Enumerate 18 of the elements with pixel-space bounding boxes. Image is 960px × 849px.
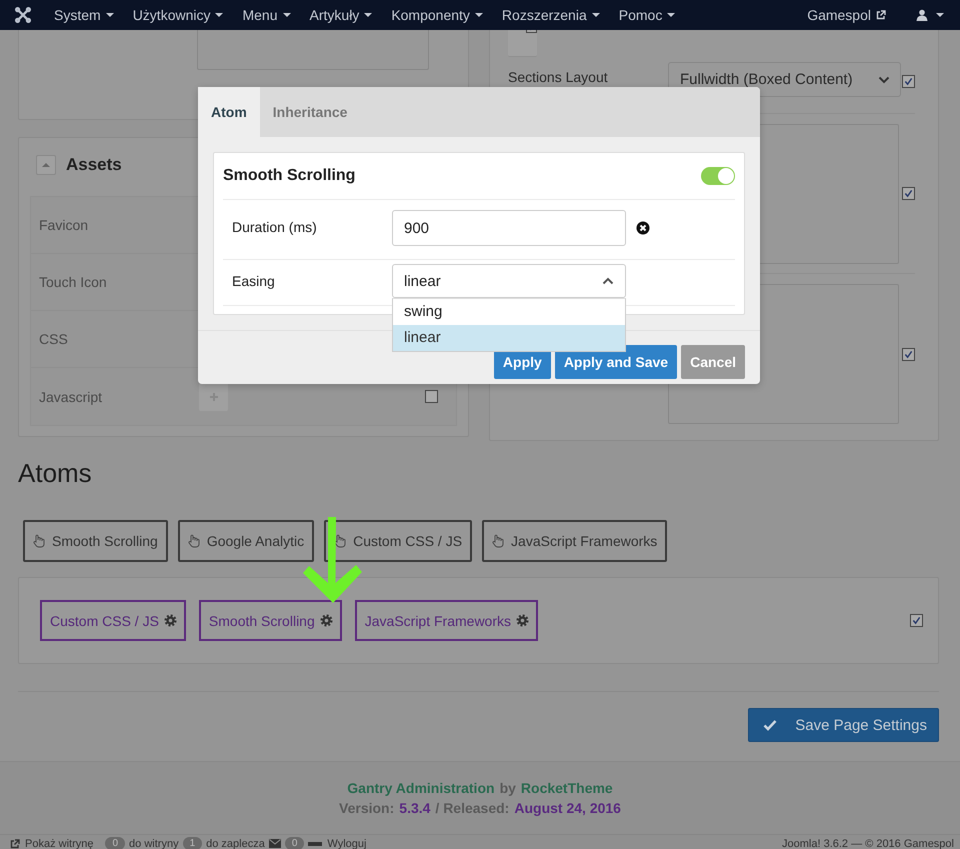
panel-title: Assets: [66, 155, 122, 175]
count-badge: 0: [105, 837, 126, 849]
field-label: Favicon: [39, 217, 90, 233]
field-label: Touch Icon: [39, 274, 108, 290]
field-label: Duration (ms): [232, 218, 318, 235]
field-label: Easing: [232, 272, 276, 289]
version-text: Joomla! 3.6.2 — © 2016 Gamespol: [782, 838, 954, 849]
field-label: CSS: [39, 331, 69, 347]
status-text: do witryny: [129, 838, 179, 849]
card-title: Smooth Scrolling: [223, 167, 356, 185]
field-label: Sections Layout: [508, 68, 609, 85]
version-number: 5.3.4: [399, 800, 430, 816]
count-badge: 0: [284, 837, 304, 849]
count-badge: 1: [182, 837, 202, 849]
field-label: Javascript: [39, 388, 104, 404]
section-heading: Atoms: [18, 457, 93, 490]
status-text: do zaplecza: [206, 838, 265, 849]
release-date: August 24, 2016: [514, 800, 621, 816]
